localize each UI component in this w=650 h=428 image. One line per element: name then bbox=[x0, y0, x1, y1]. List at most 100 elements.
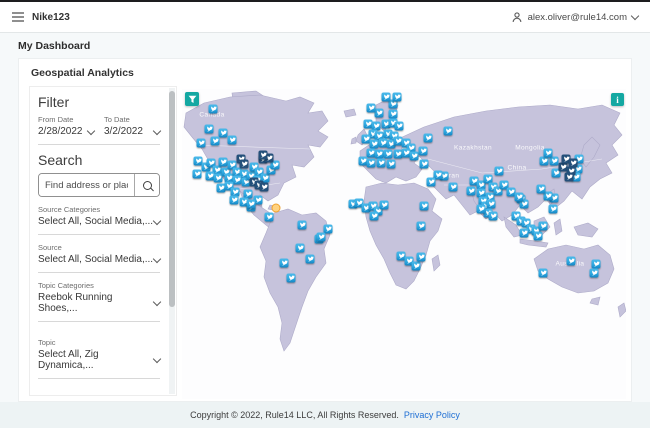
tweet-marker[interactable] bbox=[476, 204, 486, 214]
tweet-marker[interactable] bbox=[419, 201, 429, 211]
twitter-bird-icon bbox=[550, 205, 557, 211]
tweet-marker[interactable] bbox=[383, 149, 393, 159]
tweet-marker[interactable] bbox=[218, 157, 228, 167]
tweet-marker[interactable] bbox=[416, 221, 426, 231]
footer: Copyright © 2022, Rule14 LLC, All Rights… bbox=[0, 402, 650, 428]
twitter-bird-icon bbox=[545, 149, 552, 155]
tweet-marker[interactable] bbox=[488, 211, 498, 221]
tweet-marker[interactable] bbox=[374, 149, 384, 159]
tweet-marker[interactable] bbox=[204, 124, 214, 134]
tweet-marker[interactable] bbox=[591, 259, 601, 269]
divider bbox=[38, 234, 160, 235]
tweet-marker-dark[interactable] bbox=[259, 182, 269, 192]
tweet-marker-dark[interactable] bbox=[564, 172, 574, 182]
topic-categories-label: Topic Categories bbox=[38, 281, 94, 290]
tweet-marker[interactable] bbox=[227, 135, 237, 145]
panel-scrollbar-thumb[interactable] bbox=[169, 91, 175, 307]
tweet-marker[interactable] bbox=[218, 128, 228, 138]
tweet-marker[interactable] bbox=[394, 121, 404, 131]
map-info-button[interactable]: i bbox=[611, 93, 624, 106]
brand-title: Nike123 bbox=[32, 11, 70, 23]
divider bbox=[38, 272, 160, 273]
tweet-marker[interactable] bbox=[376, 158, 386, 168]
tweet-marker[interactable] bbox=[366, 103, 376, 113]
chevron-down-icon bbox=[152, 354, 162, 364]
tweet-marker[interactable] bbox=[297, 220, 307, 230]
tweet-marker[interactable] bbox=[409, 151, 419, 161]
tweet-marker[interactable] bbox=[305, 254, 315, 264]
tweet-marker[interactable] bbox=[388, 109, 398, 119]
tweet-marker[interactable] bbox=[539, 156, 549, 166]
tweet-marker[interactable] bbox=[192, 169, 202, 179]
tweet-marker[interactable] bbox=[448, 182, 458, 192]
tweet-marker[interactable] bbox=[369, 139, 379, 149]
chevron-down-icon bbox=[86, 126, 96, 135]
tweet-marker[interactable] bbox=[229, 195, 239, 205]
tweet-marker[interactable] bbox=[232, 175, 242, 185]
twitter-bird-icon bbox=[378, 159, 385, 165]
tweet-marker[interactable] bbox=[386, 159, 396, 169]
tweet-marker[interactable] bbox=[208, 104, 218, 114]
tweet-marker[interactable] bbox=[295, 243, 305, 253]
tweet-marker[interactable] bbox=[418, 146, 428, 156]
tweet-marker[interactable] bbox=[369, 211, 379, 221]
tweet-marker[interactable] bbox=[316, 232, 326, 242]
tweet-marker[interactable] bbox=[589, 268, 599, 278]
tweet-marker[interactable] bbox=[486, 199, 496, 209]
tweet-marker[interactable] bbox=[538, 268, 548, 278]
tweet-marker[interactable] bbox=[443, 126, 453, 136]
topic-categories-value: Reebok Running Shoes,... bbox=[38, 292, 113, 314]
tweet-marker[interactable] bbox=[494, 166, 504, 176]
topic-select[interactable]: Select All, Zig Dynamica,... bbox=[38, 349, 162, 371]
chevron-down-icon bbox=[152, 254, 162, 263]
to-date-select[interactable]: 3/2/2022 bbox=[104, 126, 162, 137]
tweet-marker[interactable] bbox=[196, 138, 206, 148]
breadcrumb[interactable]: My Dashboard bbox=[18, 40, 90, 52]
geospatial-map[interactable]: CanadaRussiaKazakhstanMongoliaChinaIranA… bbox=[182, 89, 626, 399]
user-menu[interactable]: alex.oliver@rule14.com bbox=[511, 11, 640, 23]
map-filter-button[interactable] bbox=[185, 92, 199, 106]
highlighted-marker[interactable] bbox=[271, 203, 281, 213]
tweet-marker[interactable] bbox=[426, 177, 436, 187]
tweet-marker[interactable] bbox=[514, 192, 524, 202]
tweet-marker[interactable] bbox=[392, 92, 402, 102]
source-select[interactable]: Select All, Social Media,... bbox=[38, 254, 162, 265]
dashboard-card: Geospatial Analytics Filter From Date 2/… bbox=[18, 58, 632, 402]
tweet-marker[interactable] bbox=[246, 199, 256, 209]
tweet-marker[interactable] bbox=[286, 273, 296, 283]
twitter-bird-icon bbox=[538, 185, 545, 191]
search-input[interactable] bbox=[39, 174, 134, 196]
tweet-marker-dark[interactable] bbox=[239, 159, 249, 169]
tweet-marker[interactable] bbox=[549, 156, 559, 166]
tweet-marker[interactable] bbox=[374, 108, 384, 118]
tweet-marker[interactable] bbox=[264, 212, 274, 222]
tweet-marker[interactable] bbox=[379, 200, 389, 210]
tweet-marker[interactable] bbox=[566, 256, 576, 266]
panel-scrollbar-track[interactable] bbox=[169, 88, 175, 394]
tweet-marker[interactable] bbox=[416, 252, 426, 262]
tweet-marker[interactable] bbox=[538, 221, 548, 231]
hamburger-menu-icon[interactable] bbox=[12, 12, 24, 22]
tweet-marker[interactable] bbox=[419, 159, 429, 169]
from-date-select[interactable]: 2/28/2022 bbox=[38, 126, 96, 137]
twitter-bird-icon bbox=[371, 212, 378, 218]
source-categories-select[interactable]: Select All, Social Media,... bbox=[38, 216, 162, 227]
tweet-marker[interactable] bbox=[279, 258, 289, 268]
tweet-marker[interactable] bbox=[366, 158, 376, 168]
tweet-marker[interactable] bbox=[423, 133, 433, 143]
tweet-marker[interactable] bbox=[381, 92, 391, 102]
search-button[interactable] bbox=[134, 174, 159, 196]
twitter-bird-icon bbox=[307, 255, 314, 261]
tweet-marker[interactable] bbox=[543, 148, 553, 158]
tweet-marker[interactable] bbox=[536, 184, 546, 194]
tweet-marker[interactable] bbox=[210, 136, 220, 146]
tweet-marker[interactable] bbox=[411, 261, 421, 271]
privacy-policy-link[interactable]: Privacy Policy bbox=[404, 410, 460, 420]
tweet-marker-dark[interactable] bbox=[258, 150, 268, 160]
topic-categories-select[interactable]: Reebok Running Shoes,... bbox=[38, 292, 162, 314]
tweet-marker[interactable] bbox=[548, 204, 558, 214]
funnel-icon bbox=[188, 95, 196, 103]
tweet-marker[interactable] bbox=[519, 228, 529, 238]
tweet-marker[interactable] bbox=[466, 186, 476, 196]
tweet-marker[interactable] bbox=[533, 231, 543, 241]
